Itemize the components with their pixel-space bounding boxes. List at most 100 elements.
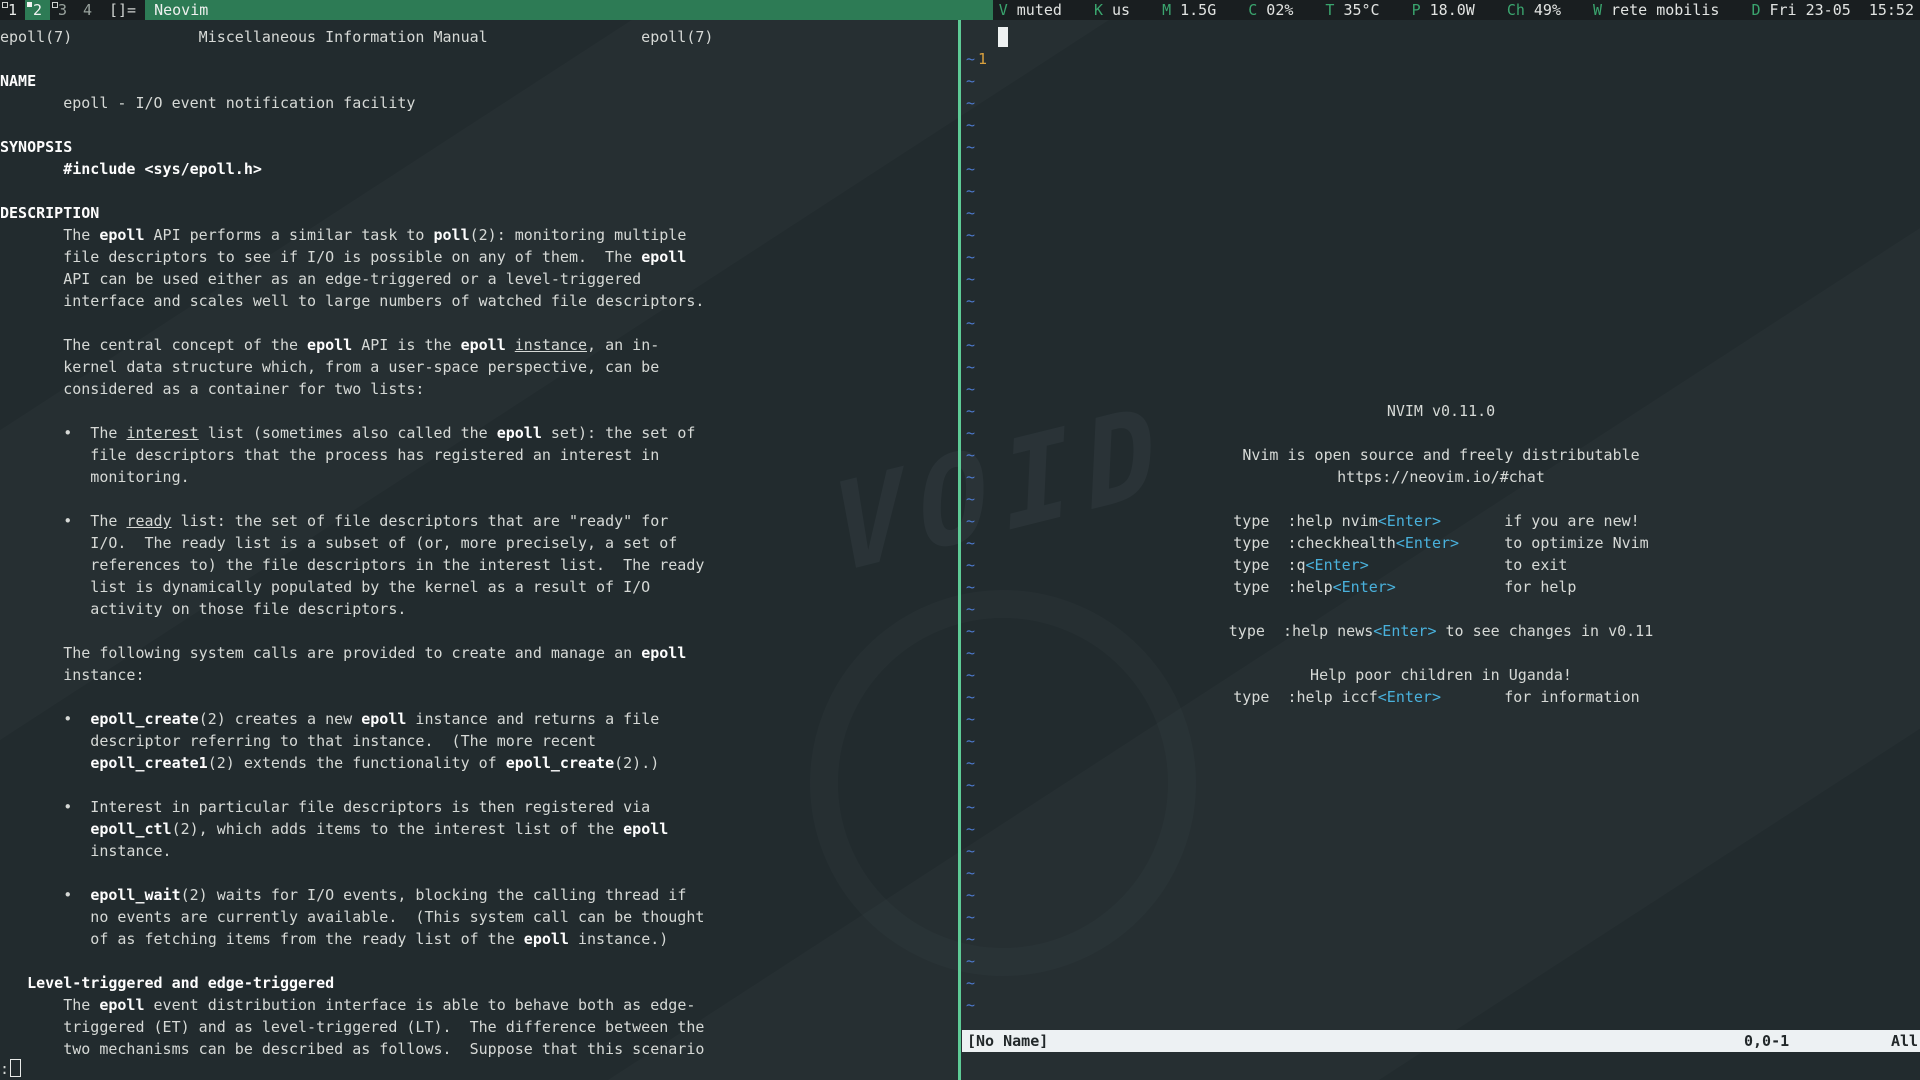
man-line: triggered (ET) and as level-triggered (L… bbox=[0, 1016, 713, 1038]
tilde: ~ bbox=[966, 972, 975, 994]
tilde: ~ bbox=[966, 180, 975, 202]
man-line bbox=[0, 862, 713, 884]
desktop: VOID 1234 []= Neovim V mutedK usM 1.5GC … bbox=[0, 0, 1920, 1080]
status-value: muted bbox=[1008, 1, 1062, 19]
text-segment: NVIM v0.11.0 bbox=[1387, 402, 1495, 420]
text-segment: type :checkhealth bbox=[1233, 534, 1396, 552]
text-segment: to exit bbox=[1369, 556, 1649, 574]
text-segment: list: the set of file descriptors that a… bbox=[172, 512, 669, 530]
layout-symbol[interactable]: []= bbox=[100, 0, 145, 20]
workspace-tag-1[interactable]: 1 bbox=[0, 0, 25, 20]
status-label: C bbox=[1248, 1, 1257, 19]
text-segment: monitoring. bbox=[0, 468, 190, 486]
man-line: The following system calls are provided … bbox=[0, 642, 713, 664]
workspace-tag-2[interactable]: 2 bbox=[25, 0, 50, 20]
text-segment: epoll bbox=[461, 336, 506, 354]
man-line: #include <sys/epoll.h> bbox=[0, 158, 713, 180]
status-value: 18.0W bbox=[1421, 1, 1475, 19]
window-separator[interactable] bbox=[958, 20, 961, 1080]
tilde: ~ bbox=[966, 774, 975, 796]
status-item-p: P 18.0W bbox=[1412, 0, 1475, 20]
tag-client-indicator bbox=[52, 2, 58, 8]
man-line bbox=[0, 114, 713, 136]
status-label: P bbox=[1412, 1, 1421, 19]
tilde: ~ bbox=[966, 598, 975, 620]
status-bar: 1234 []= Neovim V mutedK usM 1.5GC 02%T … bbox=[0, 0, 1920, 20]
status-value: 35°C bbox=[1334, 1, 1379, 19]
text-segment: • bbox=[0, 710, 90, 728]
text-segment bbox=[0, 754, 90, 772]
text-segment: for information bbox=[1441, 688, 1649, 706]
status-label: M bbox=[1162, 1, 1171, 19]
text-segment: <Enter> bbox=[1396, 534, 1459, 552]
tilde: ~ bbox=[966, 752, 975, 774]
status-item-c: C 02% bbox=[1248, 0, 1293, 20]
text-segment: #include <sys/epoll.h> bbox=[63, 160, 262, 178]
tilde: ~ bbox=[966, 928, 975, 950]
man-line bbox=[0, 48, 713, 70]
status-item-w: W rete mobilis bbox=[1593, 0, 1719, 20]
text-segment: activity on those file descriptors. bbox=[0, 600, 406, 618]
text-segment: file descriptors to see if I/O is possib… bbox=[0, 248, 641, 266]
tilde: ~ bbox=[966, 818, 975, 840]
workspace-tag-4[interactable]: 4 bbox=[75, 0, 100, 20]
text-segment: event distribution interface is able to … bbox=[145, 996, 696, 1014]
tilde: ~ bbox=[966, 796, 975, 818]
tilde: ~ bbox=[966, 708, 975, 730]
tilde: ~ bbox=[966, 994, 975, 1016]
text-segment bbox=[0, 974, 27, 992]
man-line: • epoll_create(2) creates a new epoll in… bbox=[0, 708, 713, 730]
man-line: API can be used either as an edge-trigge… bbox=[0, 268, 713, 290]
man-page-content: epoll(7) Miscellaneous Information Manua… bbox=[0, 26, 713, 1060]
text-segment: (2): monitoring multiple bbox=[470, 226, 687, 244]
tilde: ~ bbox=[966, 202, 975, 224]
man-line bbox=[0, 488, 713, 510]
tilde: ~ bbox=[966, 158, 975, 180]
text-segment: epoll_create bbox=[506, 754, 614, 772]
text-segment: type :help bbox=[1233, 578, 1332, 596]
text-segment: to see changes in v0.11 bbox=[1436, 622, 1653, 640]
text-segment: instance. bbox=[0, 842, 172, 860]
tilde: ~ bbox=[966, 862, 975, 884]
text-segment: The bbox=[0, 996, 99, 1014]
text-segment: epoll bbox=[307, 336, 352, 354]
tilde: ~ bbox=[966, 378, 975, 400]
man-line: epoll - I/O event notification facility bbox=[0, 92, 713, 114]
text-segment: for help bbox=[1396, 578, 1649, 596]
text-segment: interface and scales well to large numbe… bbox=[0, 292, 704, 310]
status-item-v: V muted bbox=[999, 0, 1062, 20]
workspace-tags: 1234 bbox=[0, 0, 100, 20]
man-line bbox=[0, 400, 713, 422]
text-segment: epoll bbox=[361, 710, 406, 728]
text-segment: DESCRIPTION bbox=[0, 204, 99, 222]
text-segment: SYNOPSIS bbox=[0, 138, 72, 156]
window-title-text: Neovim bbox=[154, 1, 208, 19]
text-segment: instance bbox=[515, 336, 587, 354]
text-segment: two mechanisms can be described as follo… bbox=[0, 1040, 704, 1058]
terminal-neovim[interactable]: ~~~~~~~~~~~~~~~~~~~~~~~~~~~~~~~~~~~~~~~~… bbox=[962, 20, 1920, 1080]
nvim-statusline: [No Name] 0,0-1 All bbox=[962, 1030, 1920, 1052]
man-line bbox=[0, 312, 713, 334]
nvim-intro-line: NVIM v0.11.0 bbox=[962, 400, 1920, 422]
pager-cursor bbox=[10, 1059, 21, 1077]
tilde: ~ bbox=[966, 356, 975, 378]
tag-client-indicator bbox=[2, 2, 8, 8]
status-label: Ch bbox=[1507, 1, 1525, 19]
terminal-man-page[interactable]: epoll(7) Miscellaneous Information Manua… bbox=[0, 20, 958, 1080]
man-line: epoll_ctl(2), which adds items to the in… bbox=[0, 818, 713, 840]
status-label: V bbox=[999, 1, 1008, 19]
workspace-tag-3[interactable]: 3 bbox=[50, 0, 75, 20]
man-line: • epoll_wait(2) waits for I/O events, bl… bbox=[0, 884, 713, 906]
tilde: ~ bbox=[966, 488, 975, 510]
text-segment: interest bbox=[126, 424, 198, 442]
text-segment: The bbox=[0, 226, 99, 244]
man-line: considered as a container for two lists: bbox=[0, 378, 713, 400]
man-line: NAME bbox=[0, 70, 713, 92]
man-line: list is dynamically populated by the ker… bbox=[0, 576, 713, 598]
buffer-line-1: 1 bbox=[962, 26, 1016, 48]
tilde: ~ bbox=[966, 312, 975, 334]
status-value: 1.5G bbox=[1171, 1, 1216, 19]
text-segment: list is dynamically populated by the ker… bbox=[0, 578, 650, 596]
text-segment: <Enter> bbox=[1373, 622, 1436, 640]
text-segment: • bbox=[0, 886, 90, 904]
